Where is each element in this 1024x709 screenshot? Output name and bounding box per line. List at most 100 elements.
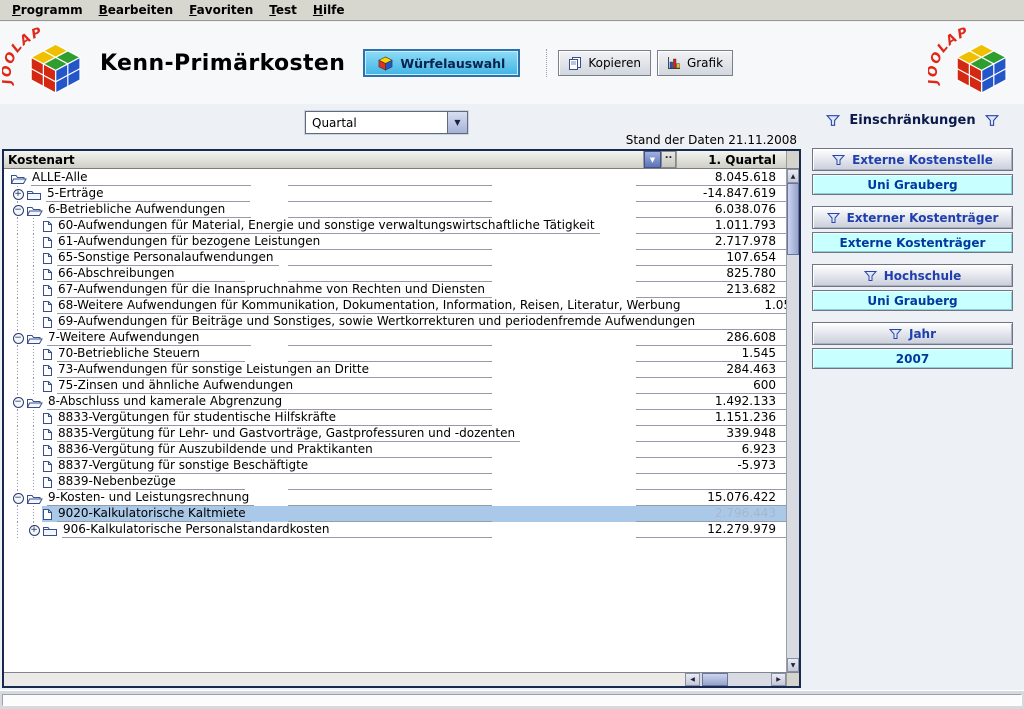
cube-select-button[interactable]: Würfelauswahl [363,49,520,77]
filter-group-externer-kostentr-ger: Externer Kostenträger Externe Kostenträge… [812,206,1013,253]
collapse-icon[interactable]: − [13,333,24,344]
tree-row[interactable]: 60-Aufwendungen für Material, Energie un… [4,218,786,234]
tree-row[interactable]: 8837-Vergütung für sonstige Beschäftigte… [4,458,786,474]
filter-value-hochschule[interactable]: Uni Grauberg [812,290,1013,311]
row-value: 2.796.443 [636,506,786,522]
chevron-down-icon[interactable]: ▼ [447,112,467,133]
copy-button[interactable]: Kopieren [558,50,651,76]
row-value: 213.682 [636,282,786,298]
tree-row[interactable]: 67-Aufwendungen für die Inanspruchnahme … [4,282,786,298]
scroll-up-button[interactable]: ▲ [787,169,799,183]
bar-chart-icon [667,56,681,70]
tree-guide [10,282,26,298]
filter-button-externe-kostenstelle[interactable]: Externe Kostenstelle [812,148,1013,171]
tree-guide [10,218,26,234]
tree-row[interactable]: 8833-Vergütungen für studentische Hilfsk… [4,410,786,426]
vertical-scrollbar-track[interactable] [787,255,799,658]
filter-button-externer-kostentr-ger[interactable]: Externer Kostenträger [812,206,1013,229]
tree-row[interactable]: 68-Weitere Aufwendungen für Kommunikatio… [4,298,786,314]
tree-row[interactable]: 66-Abschreibungen825.780 [4,266,786,282]
tree-row[interactable]: 73-Aufwendungen für sonstige Leistungen … [4,362,786,378]
scroll-down-button[interactable]: ▼ [787,658,799,672]
tree-row[interactable]: −9-Kosten- und Leistungsrechnung15.076.4… [4,490,786,506]
filter-button-hochschule[interactable]: Hochschule [812,264,1013,287]
column-options-button[interactable]: .. [661,151,676,168]
period-dropdown[interactable]: Quartal ▼ [305,111,468,134]
vertical-scrollbar-thumb[interactable] [787,183,799,255]
tree-row[interactable]: 61-Aufwendungen für bezogene Leistungen2… [4,234,786,250]
document-icon [42,348,53,361]
cube-select-label: Würfelauswahl [400,56,505,71]
filter-value-externe-kostenstelle[interactable]: Uni Grauberg [812,174,1013,195]
expand-icon[interactable]: + [13,189,24,200]
tree-guide [26,442,42,458]
vertical-scrollbar[interactable]: ▲ ▼ [786,169,799,672]
collapse-icon[interactable]: − [13,397,24,408]
tree-guide: − [10,394,26,410]
menu-favoriten[interactable]: Favoriten [181,1,261,19]
column-header-kostenart[interactable]: Kostenart [4,151,644,168]
tree-row[interactable]: 8836-Vergütung für Auszubildende und Pra… [4,442,786,458]
menu-programm[interactable]: Programm [4,1,91,19]
tree-row[interactable]: ALLE-Alle8.045.618 [4,170,786,186]
tree-guide [10,234,26,250]
tree-row[interactable]: 65-Sonstige Personalaufwendungen107.654 [4,250,786,266]
menu-test[interactable]: Test [261,1,305,19]
row-value: -5.973 [636,458,786,474]
folder-open-icon [26,204,43,217]
tree-row[interactable]: +5-Erträge-14.847.619 [4,186,786,202]
row-label: 8836-Vergütung für Auszubildende und Pra… [57,442,378,458]
sort-button[interactable]: ▼ [644,151,661,168]
copy-pages-icon [568,56,582,70]
tree-guide [10,474,26,490]
tree-row[interactable]: 8839-Nebenbezüge [4,474,786,490]
filter-button-jahr[interactable]: Jahr [812,322,1013,345]
chart-label: Grafik [687,56,723,70]
filter-value-jahr[interactable]: 2007 [812,348,1013,369]
row-label: 8835-Vergütung für Lehr- und Gastvorträg… [57,426,520,442]
document-icon [42,508,53,521]
scroll-left-button[interactable]: ◀ [685,673,700,686]
row-value: 8.045.618 [636,170,786,186]
document-icon [42,460,53,473]
column-header-quartal[interactable]: 1. Quartal [676,151,786,168]
tree-row[interactable]: −7-Weitere Aufwendungen286.608 [4,330,786,346]
filter-group-jahr: Jahr 2007 [812,322,1013,369]
collapse-icon[interactable]: − [13,205,24,216]
tree-guide [10,522,26,538]
collapse-icon[interactable]: − [13,493,24,504]
period-dropdown-value: Quartal [306,112,447,133]
tree-guide [26,346,42,362]
expand-icon[interactable]: + [29,525,40,536]
tree-row[interactable]: −8-Abschluss und kamerale Abgrenzung1.49… [4,394,786,410]
tree-guide [10,426,26,442]
tree-guide [10,506,26,522]
tree-row[interactable]: 70-Betriebliche Steuern1.545 [4,346,786,362]
tree-row[interactable]: −6-Betriebliche Aufwendungen6.038.076 [4,202,786,218]
filter-value-externer-kostentr-ger[interactable]: Externe Kostenträger [812,232,1013,253]
scroll-right-button[interactable]: ▶ [771,673,786,686]
chart-button[interactable]: Grafik [657,50,733,76]
row-value: 6.038.076 [636,202,786,218]
filter-funnel-icon [864,270,877,282]
filter-funnel-icon [826,114,840,127]
row-value: 1.151.236 [636,410,786,426]
tree-row[interactable]: 69-Aufwendungen für Beiträge und Sonstig… [4,314,786,330]
tree-row[interactable]: +906-Kalkulatorische Personalstandardkos… [4,522,786,538]
row-value [636,474,786,490]
tree-row[interactable]: 8835-Vergütung für Lehr- und Gastvorträg… [4,426,786,442]
horizontal-scrollbar[interactable]: ◀ ▶ [685,673,786,686]
row-label: 8833-Vergütungen für studentische Hilfsk… [57,410,341,426]
cube-icon [378,56,393,71]
tree-row[interactable]: 9020-Kalkulatorische Kaltmiete2.796.443 [4,506,786,522]
copy-label: Kopieren [588,56,641,70]
row-label: 8-Abschluss und kamerale Abgrenzung [47,394,287,410]
horizontal-scrollbar-track[interactable] [700,673,771,686]
menu-bearbeiten[interactable]: Bearbeiten [91,1,182,19]
tree-guide [26,378,42,394]
menu-hilfe[interactable]: Hilfe [305,1,353,19]
tree-row[interactable]: 75-Zinsen und ähnliche Aufwendungen600 [4,378,786,394]
row-label: 7-Weitere Aufwendungen [47,330,251,346]
restrictions-title: Einschränkungen [812,113,1013,128]
horizontal-scrollbar-thumb[interactable] [702,673,728,686]
